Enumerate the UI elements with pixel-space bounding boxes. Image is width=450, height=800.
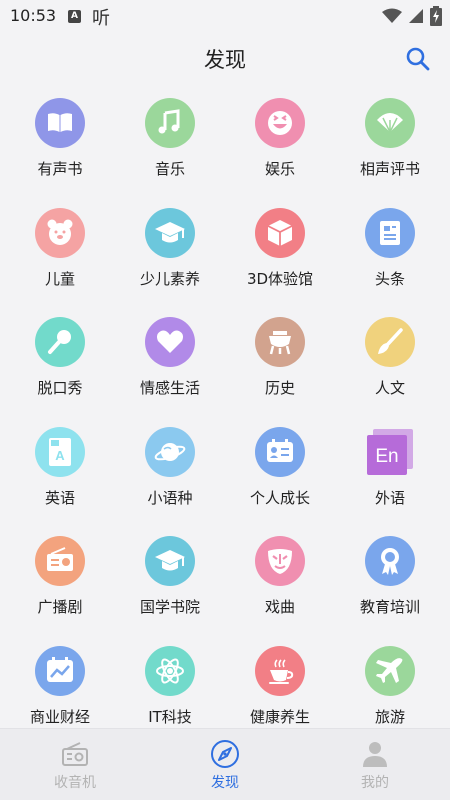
- bottom-tab-bar: 收音机 发现 我的: [0, 728, 450, 800]
- search-icon: [406, 47, 430, 71]
- music-note-icon: [145, 98, 195, 148]
- category-16[interactable]: En 外语: [335, 415, 445, 525]
- atom-icon: [145, 645, 195, 696]
- en-badge-icon: En: [365, 427, 415, 477]
- category-14[interactable]: 小语种: [115, 415, 225, 525]
- category-label: 健康养生: [249, 707, 310, 726]
- category-12[interactable]: 人文: [335, 305, 445, 415]
- category-18[interactable]: 国学书院: [115, 524, 225, 634]
- tab-2[interactable]: 发现: [150, 729, 300, 800]
- category-label: 情感生活: [139, 379, 200, 397]
- category-label: 旅游: [374, 707, 405, 726]
- brush-icon: [365, 317, 415, 367]
- graduation-cap-icon: [145, 536, 195, 586]
- category-label: 脱口秀: [37, 379, 83, 397]
- category-label: 个人成长: [249, 488, 310, 507]
- category-label: 英语: [44, 488, 75, 507]
- category-label: 人文: [374, 379, 405, 397]
- person-icon: [363, 742, 387, 767]
- category-6[interactable]: 少儿素养: [115, 196, 225, 306]
- category-7[interactable]: 3D体验馆: [225, 196, 335, 306]
- category-3[interactable]: 娱乐: [225, 86, 335, 196]
- signal-icon: [409, 9, 423, 23]
- category-11[interactable]: 历史: [225, 305, 335, 415]
- battery-icon: [430, 6, 442, 26]
- category-label: 戏曲: [264, 598, 295, 616]
- en-badge-text: En: [375, 446, 398, 467]
- laughing-face-icon: [255, 98, 305, 148]
- cube-icon: [255, 207, 305, 258]
- category-label: 历史: [264, 379, 295, 397]
- category-label: 广播剧: [37, 598, 83, 616]
- category-22[interactable]: IT科技: [115, 634, 225, 729]
- category-17[interactable]: 广播剧: [5, 524, 115, 634]
- category-label: 音乐: [154, 160, 185, 178]
- category-20[interactable]: 教育培训: [335, 524, 445, 634]
- category-label: 外语: [374, 488, 405, 507]
- chart-calendar-icon: [35, 645, 85, 696]
- planet-icon: [145, 426, 195, 477]
- category-label: 少儿素养: [139, 269, 200, 288]
- category-4[interactable]: 相声评书: [335, 86, 445, 196]
- tab-label: 发现: [211, 775, 239, 791]
- heart-icon: [145, 317, 195, 367]
- tab-3[interactable]: 我的: [300, 729, 450, 800]
- bear-icon: [35, 207, 85, 258]
- category-19[interactable]: 戏曲: [225, 524, 335, 634]
- category-2[interactable]: 音乐: [115, 86, 225, 196]
- category-label: 儿童: [44, 269, 75, 288]
- tab-label: 收音机: [54, 775, 96, 791]
- search-button[interactable]: [404, 45, 432, 73]
- category-label: 娱乐: [264, 160, 295, 178]
- category-21[interactable]: 商业财经: [5, 634, 115, 729]
- wifi-icon: [382, 8, 402, 23]
- category-5[interactable]: 儿童: [5, 196, 115, 306]
- tab-label: 我的: [361, 775, 389, 791]
- category-8[interactable]: 头条: [335, 196, 445, 306]
- category-10[interactable]: 情感生活: [115, 305, 225, 415]
- award-ribbon-icon: [365, 536, 415, 586]
- category-1[interactable]: 有声书: [5, 86, 115, 196]
- book-icon: [35, 98, 85, 148]
- status-time: 10:53: [10, 6, 57, 25]
- category-label: 相声评书: [359, 160, 420, 178]
- category-label: IT科技: [148, 707, 192, 726]
- category-label: 国学书院: [139, 598, 200, 616]
- opera-mask-icon: [255, 536, 305, 586]
- category-label: 小语种: [147, 488, 193, 507]
- airplane-icon: [365, 645, 415, 696]
- category-label: 教育培训: [359, 598, 420, 616]
- fan-icon: [365, 98, 415, 148]
- graduation-cap-icon: [145, 207, 195, 258]
- news-icon: [365, 207, 415, 258]
- radio-icon: [35, 536, 85, 586]
- category-23[interactable]: 健康养生: [225, 634, 335, 729]
- category-label: 3D体验馆: [246, 269, 314, 288]
- category-13[interactable]: A 英语: [5, 415, 115, 525]
- status-icons: [382, 6, 442, 26]
- compass-icon: [211, 740, 239, 768]
- category-label: 头条: [374, 269, 405, 288]
- ancient-vessel-icon: [255, 317, 305, 367]
- category-grid: 有声书 音乐 娱乐 相声评书儿童 少儿素养 3D体验馆 头条脱口秀 情感生活 历史 人文 A 英语 小语…: [0, 86, 450, 728]
- app-notification-icon: 听: [92, 8, 110, 29]
- status-bar: 10:53 A 听: [0, 0, 450, 32]
- letter-a-card-icon: A: [35, 426, 85, 477]
- category-24[interactable]: 旅游: [335, 634, 445, 729]
- radio-outline-icon: [62, 742, 88, 766]
- page-header: 发现: [0, 32, 450, 86]
- microphone-icon: [35, 317, 85, 367]
- category-label: 有声书: [37, 160, 83, 178]
- tea-cup-icon: [255, 645, 305, 696]
- category-9[interactable]: 脱口秀: [5, 305, 115, 415]
- page-title: 发现: [204, 48, 246, 72]
- tab-1[interactable]: 收音机: [0, 729, 150, 800]
- category-15[interactable]: 个人成长: [225, 415, 335, 525]
- status-indicator-icon: A: [68, 10, 81, 23]
- category-label: 商业财经: [29, 707, 90, 726]
- svg-text:A: A: [55, 448, 65, 463]
- id-card-icon: [255, 426, 305, 477]
